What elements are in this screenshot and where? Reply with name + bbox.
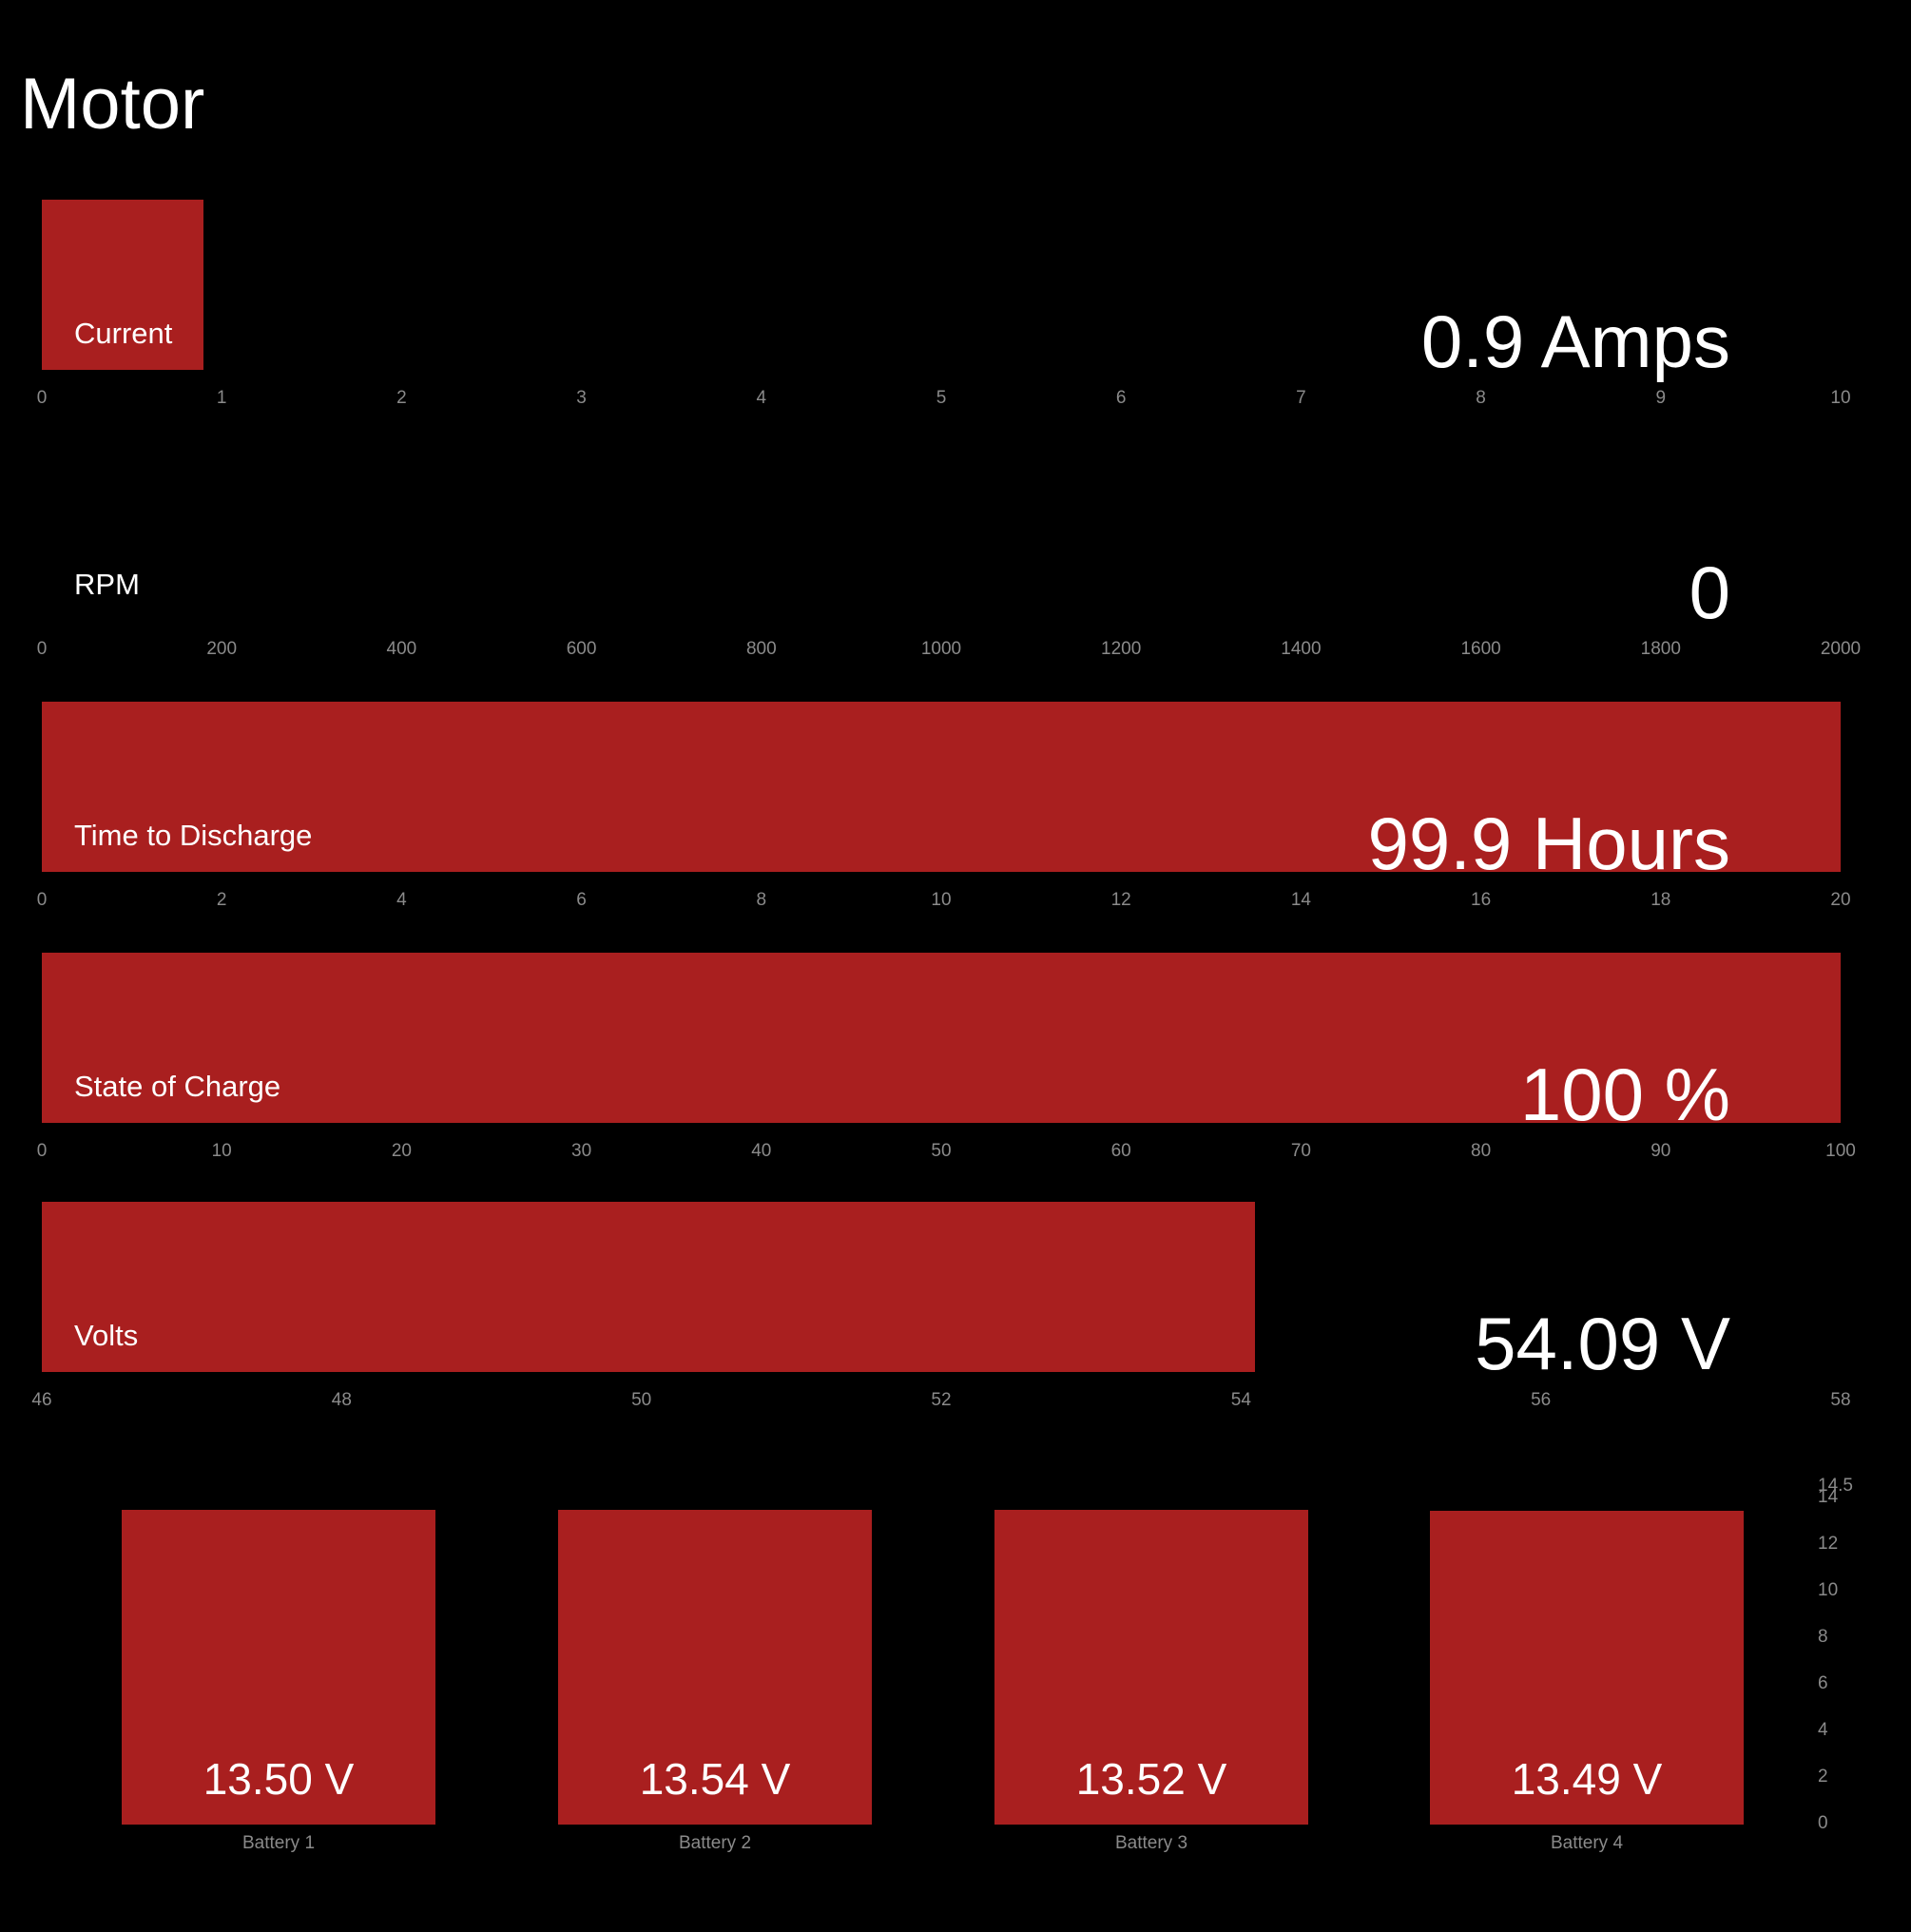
battery-y-tick: 6: [1818, 1673, 1828, 1694]
volts-tick: 46: [31, 1390, 52, 1410]
soc-tick: 70: [1290, 1141, 1311, 1161]
soc-tick: 60: [1110, 1141, 1131, 1161]
volts-tick: 54: [1230, 1390, 1251, 1410]
volts-tick: 48: [331, 1390, 352, 1410]
battery-category-label: Battery 1: [241, 1833, 316, 1853]
rpm-tick: 1200: [1101, 639, 1142, 659]
volts-axis: 46 48 50 52 54 56 58: [0, 1390, 1911, 1419]
rpm-tick: 200: [206, 639, 238, 659]
battery-bar: 13.52 V: [994, 1509, 1308, 1825]
current-value: 0.9 Amps: [1420, 299, 1730, 383]
battery-bar: 13.50 V: [122, 1510, 435, 1825]
discharge-tick: 4: [396, 890, 407, 910]
discharge-label: Time to Discharge: [74, 819, 313, 852]
current-tick: 2: [396, 388, 407, 408]
battery-chart: 13.50 V Battery 1 13.54 V Battery 2 13.52 V B…: [0, 1455, 1911, 1854]
soc-tick: 80: [1471, 1141, 1492, 1161]
current-axis: 0 1 2 3 4 5 6 7 8 9 10: [0, 388, 1911, 416]
current-tick: 3: [576, 388, 587, 408]
rpm-tick: 0: [36, 639, 48, 659]
soc-tick: 90: [1650, 1141, 1671, 1161]
battery-value-label: 13.49 V: [1511, 1753, 1663, 1804]
rpm-tick: 600: [566, 639, 597, 659]
current-tick: 9: [1655, 388, 1667, 408]
battery-y-tick: 8: [1818, 1627, 1828, 1648]
discharge-axis: 0 2 4 6 8 10 12 14 16 18 20: [0, 890, 1911, 918]
rpm-tick: 800: [745, 639, 777, 659]
discharge-tick: 12: [1110, 890, 1131, 910]
rpm-axis: 0 200 400 600 800 1000 1200 1400 1600 1800 2000: [0, 639, 1911, 667]
volts-tick: 50: [631, 1390, 652, 1410]
soc-tick: 100: [1825, 1141, 1856, 1161]
discharge-tick: 18: [1650, 890, 1671, 910]
discharge-tick: 14: [1290, 890, 1311, 910]
battery-bar: 13.49 V: [1430, 1510, 1744, 1825]
rpm-tick: 400: [386, 639, 417, 659]
volts-tick: 56: [1531, 1390, 1552, 1410]
discharge-value: 99.9 Hours: [1367, 802, 1730, 885]
volts-value: 54.09 V: [1475, 1302, 1730, 1385]
soc-axis: 0 10 20 30 40 50 60 70 80 90 100: [0, 1141, 1911, 1169]
battery-value-label: 13.50 V: [203, 1753, 355, 1804]
soc-tick: 0: [36, 1141, 48, 1161]
soc-label: State of Charge: [74, 1070, 281, 1103]
rpm-tick: 1600: [1460, 639, 1501, 659]
volts-label: Volts: [74, 1319, 139, 1352]
soc-tick: 30: [571, 1141, 592, 1161]
battery-y-tick: 14.5: [1818, 1476, 1853, 1496]
discharge-tick: 6: [576, 890, 587, 910]
current-tick: 4: [756, 388, 767, 408]
volts-tick: 58: [1830, 1390, 1851, 1410]
soc-tick: 10: [211, 1141, 232, 1161]
discharge-tick: 16: [1471, 890, 1492, 910]
discharge-tick: 8: [756, 890, 767, 910]
battery-y-tick: 2: [1818, 1767, 1828, 1787]
discharge-tick: 10: [931, 890, 952, 910]
battery-bar: 13.54 V: [558, 1509, 872, 1825]
discharge-tick: 2: [216, 890, 227, 910]
current-tick: 1: [216, 388, 227, 408]
rpm-value: 0: [1689, 551, 1730, 634]
current-tick: 0: [36, 388, 48, 408]
volts-bar: [42, 1202, 1255, 1372]
soc-tick: 20: [391, 1141, 412, 1161]
rpm-tick: 2000: [1820, 639, 1862, 659]
battery-y-tick: 4: [1818, 1720, 1828, 1741]
battery-category-label: Battery 4: [1550, 1833, 1624, 1853]
rpm-tick: 1800: [1640, 639, 1681, 659]
battery-value-label: 13.54 V: [639, 1753, 791, 1804]
current-tick: 10: [1830, 388, 1851, 408]
current-tick: 7: [1296, 388, 1306, 408]
battery-y-tick: 12: [1818, 1534, 1839, 1555]
discharge-tick: 20: [1830, 890, 1851, 910]
current-tick: 8: [1476, 388, 1486, 408]
discharge-tick: 0: [36, 890, 48, 910]
soc-tick: 40: [751, 1141, 772, 1161]
rpm-label: RPM: [74, 568, 140, 601]
battery-y-tick: 0: [1818, 1813, 1828, 1833]
battery-value-label: 13.52 V: [1075, 1753, 1227, 1804]
rpm-tick: 1000: [920, 639, 962, 659]
rpm-tick: 1400: [1281, 639, 1322, 659]
current-tick: 6: [1115, 388, 1127, 408]
battery-category-label: Battery 2: [678, 1833, 752, 1853]
current-label: Current: [74, 317, 173, 350]
volts-tick: 52: [931, 1390, 952, 1410]
battery-y-tick: 10: [1818, 1580, 1839, 1601]
page-title: Motor: [20, 64, 205, 145]
soc-value: 100 %: [1519, 1053, 1730, 1136]
soc-tick: 50: [931, 1141, 952, 1161]
battery-category-label: Battery 3: [1114, 1833, 1188, 1853]
current-tick: 5: [936, 388, 947, 408]
